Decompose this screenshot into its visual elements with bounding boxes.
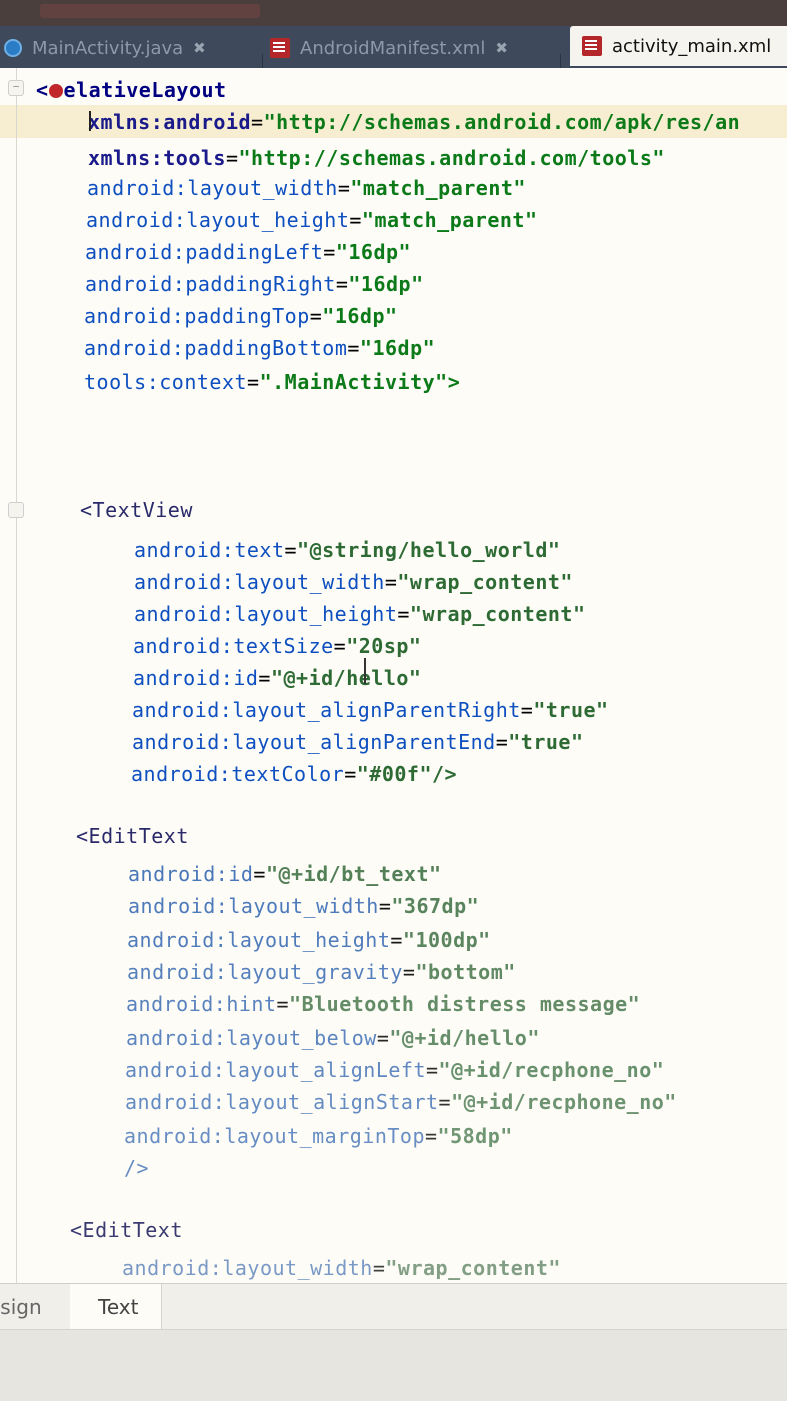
tab-label: activity_main.xml [612, 35, 772, 57]
code-line: android:layout_width="match_parent" [87, 176, 526, 200]
fold-toggle-icon[interactable] [8, 502, 24, 518]
code-line: android:paddingLeft="16dp" [85, 240, 412, 264]
code-line: android:layout_width="367dp" [128, 894, 480, 918]
code-line-textview-tag: <TextView [80, 498, 193, 522]
code-line: android:layout_alignParentEnd="true" [132, 730, 584, 754]
code-line: android:paddingTop="16dp" [84, 304, 398, 328]
code-line: android:hint="Bluetooth distress message… [126, 992, 641, 1016]
xml-file-icon [582, 36, 602, 56]
code-line: android:layout_marginTop="58dp" [124, 1124, 513, 1148]
code-line: android:layout_width="wrap_content" [122, 1256, 561, 1280]
code-line: android:layout_height="100dp" [127, 928, 491, 952]
code-line: xmlns:android="http://schemas.android.co… [88, 110, 741, 134]
text-cursor [364, 658, 366, 684]
code-line-edittext-tag: <EditText [76, 824, 189, 848]
code-line: android:layout_gravity="bottom" [127, 960, 516, 984]
close-icon[interactable]: ✖ [495, 39, 508, 57]
code-line: android:paddingBottom="16dp" [84, 336, 436, 360]
code-line: android:layout_below="@+id/hello" [126, 1026, 540, 1050]
code-line-edittext-tag: <EditText [70, 1218, 183, 1242]
error-marker-icon [48, 84, 63, 98]
status-bar [0, 1329, 787, 1401]
code-line: android:text="@string/hello_world" [134, 538, 561, 562]
tab-text[interactable]: Text [70, 1284, 162, 1330]
tab-design[interactable]: esign [0, 1284, 71, 1330]
code-line: android:layout_alignParentRight="true" [132, 698, 609, 722]
code-line-root: < elativeLayout [36, 78, 227, 102]
java-file-icon [4, 39, 22, 57]
fold-toggle-icon[interactable]: − [8, 80, 24, 96]
tab-text-label: Text [98, 1295, 139, 1319]
editor-mode-tabs: esign Text [0, 1283, 787, 1330]
tab-mainactivity-java[interactable]: MainActivity.java ✖ [0, 30, 244, 66]
title-blur [40, 4, 260, 18]
tab-label: AndroidManifest.xml [300, 37, 486, 59]
text-cursor [89, 111, 91, 131]
tab-androidmanifest-xml[interactable]: AndroidManifest.xml ✖ [270, 30, 560, 66]
code-line: android:layout_height="wrap_content" [134, 602, 586, 626]
code-line: android:layout_height="match_parent" [86, 208, 538, 232]
close-icon[interactable]: ✖ [193, 39, 206, 57]
code-line: android:layout_width="wrap_content" [134, 570, 573, 594]
code-line: android:id="@+id/hello" [133, 666, 422, 690]
tab-activity-main-xml[interactable]: activity_main.xml [570, 26, 787, 66]
tab-design-label: esign [0, 1295, 42, 1319]
code-editor[interactable]: − < elativeLayout xmlns:android="http://s… [0, 68, 787, 1283]
code-line: xmlns:tools="http://schemas.android.com/… [88, 146, 665, 170]
gutter-divider [16, 68, 17, 1283]
code-line: android:layout_alignStart="@+id/recphone… [125, 1090, 677, 1114]
code-line: android:paddingRight="16dp" [85, 272, 424, 296]
code-line: android:textSize="20sp" [133, 634, 422, 658]
code-line: android:layout_alignLeft="@+id/recphone_… [125, 1058, 665, 1082]
tab-label: MainActivity.java [32, 37, 184, 59]
code-line: tools:context=".MainActivity"> [84, 370, 461, 394]
code-line: android:textColor="#00f"/> [131, 762, 458, 786]
xml-file-icon [270, 38, 290, 58]
code-line-close: /> [124, 1156, 150, 1180]
window-title-strip [0, 0, 787, 26]
code-line: android:id="@+id/bt_text" [128, 862, 442, 886]
